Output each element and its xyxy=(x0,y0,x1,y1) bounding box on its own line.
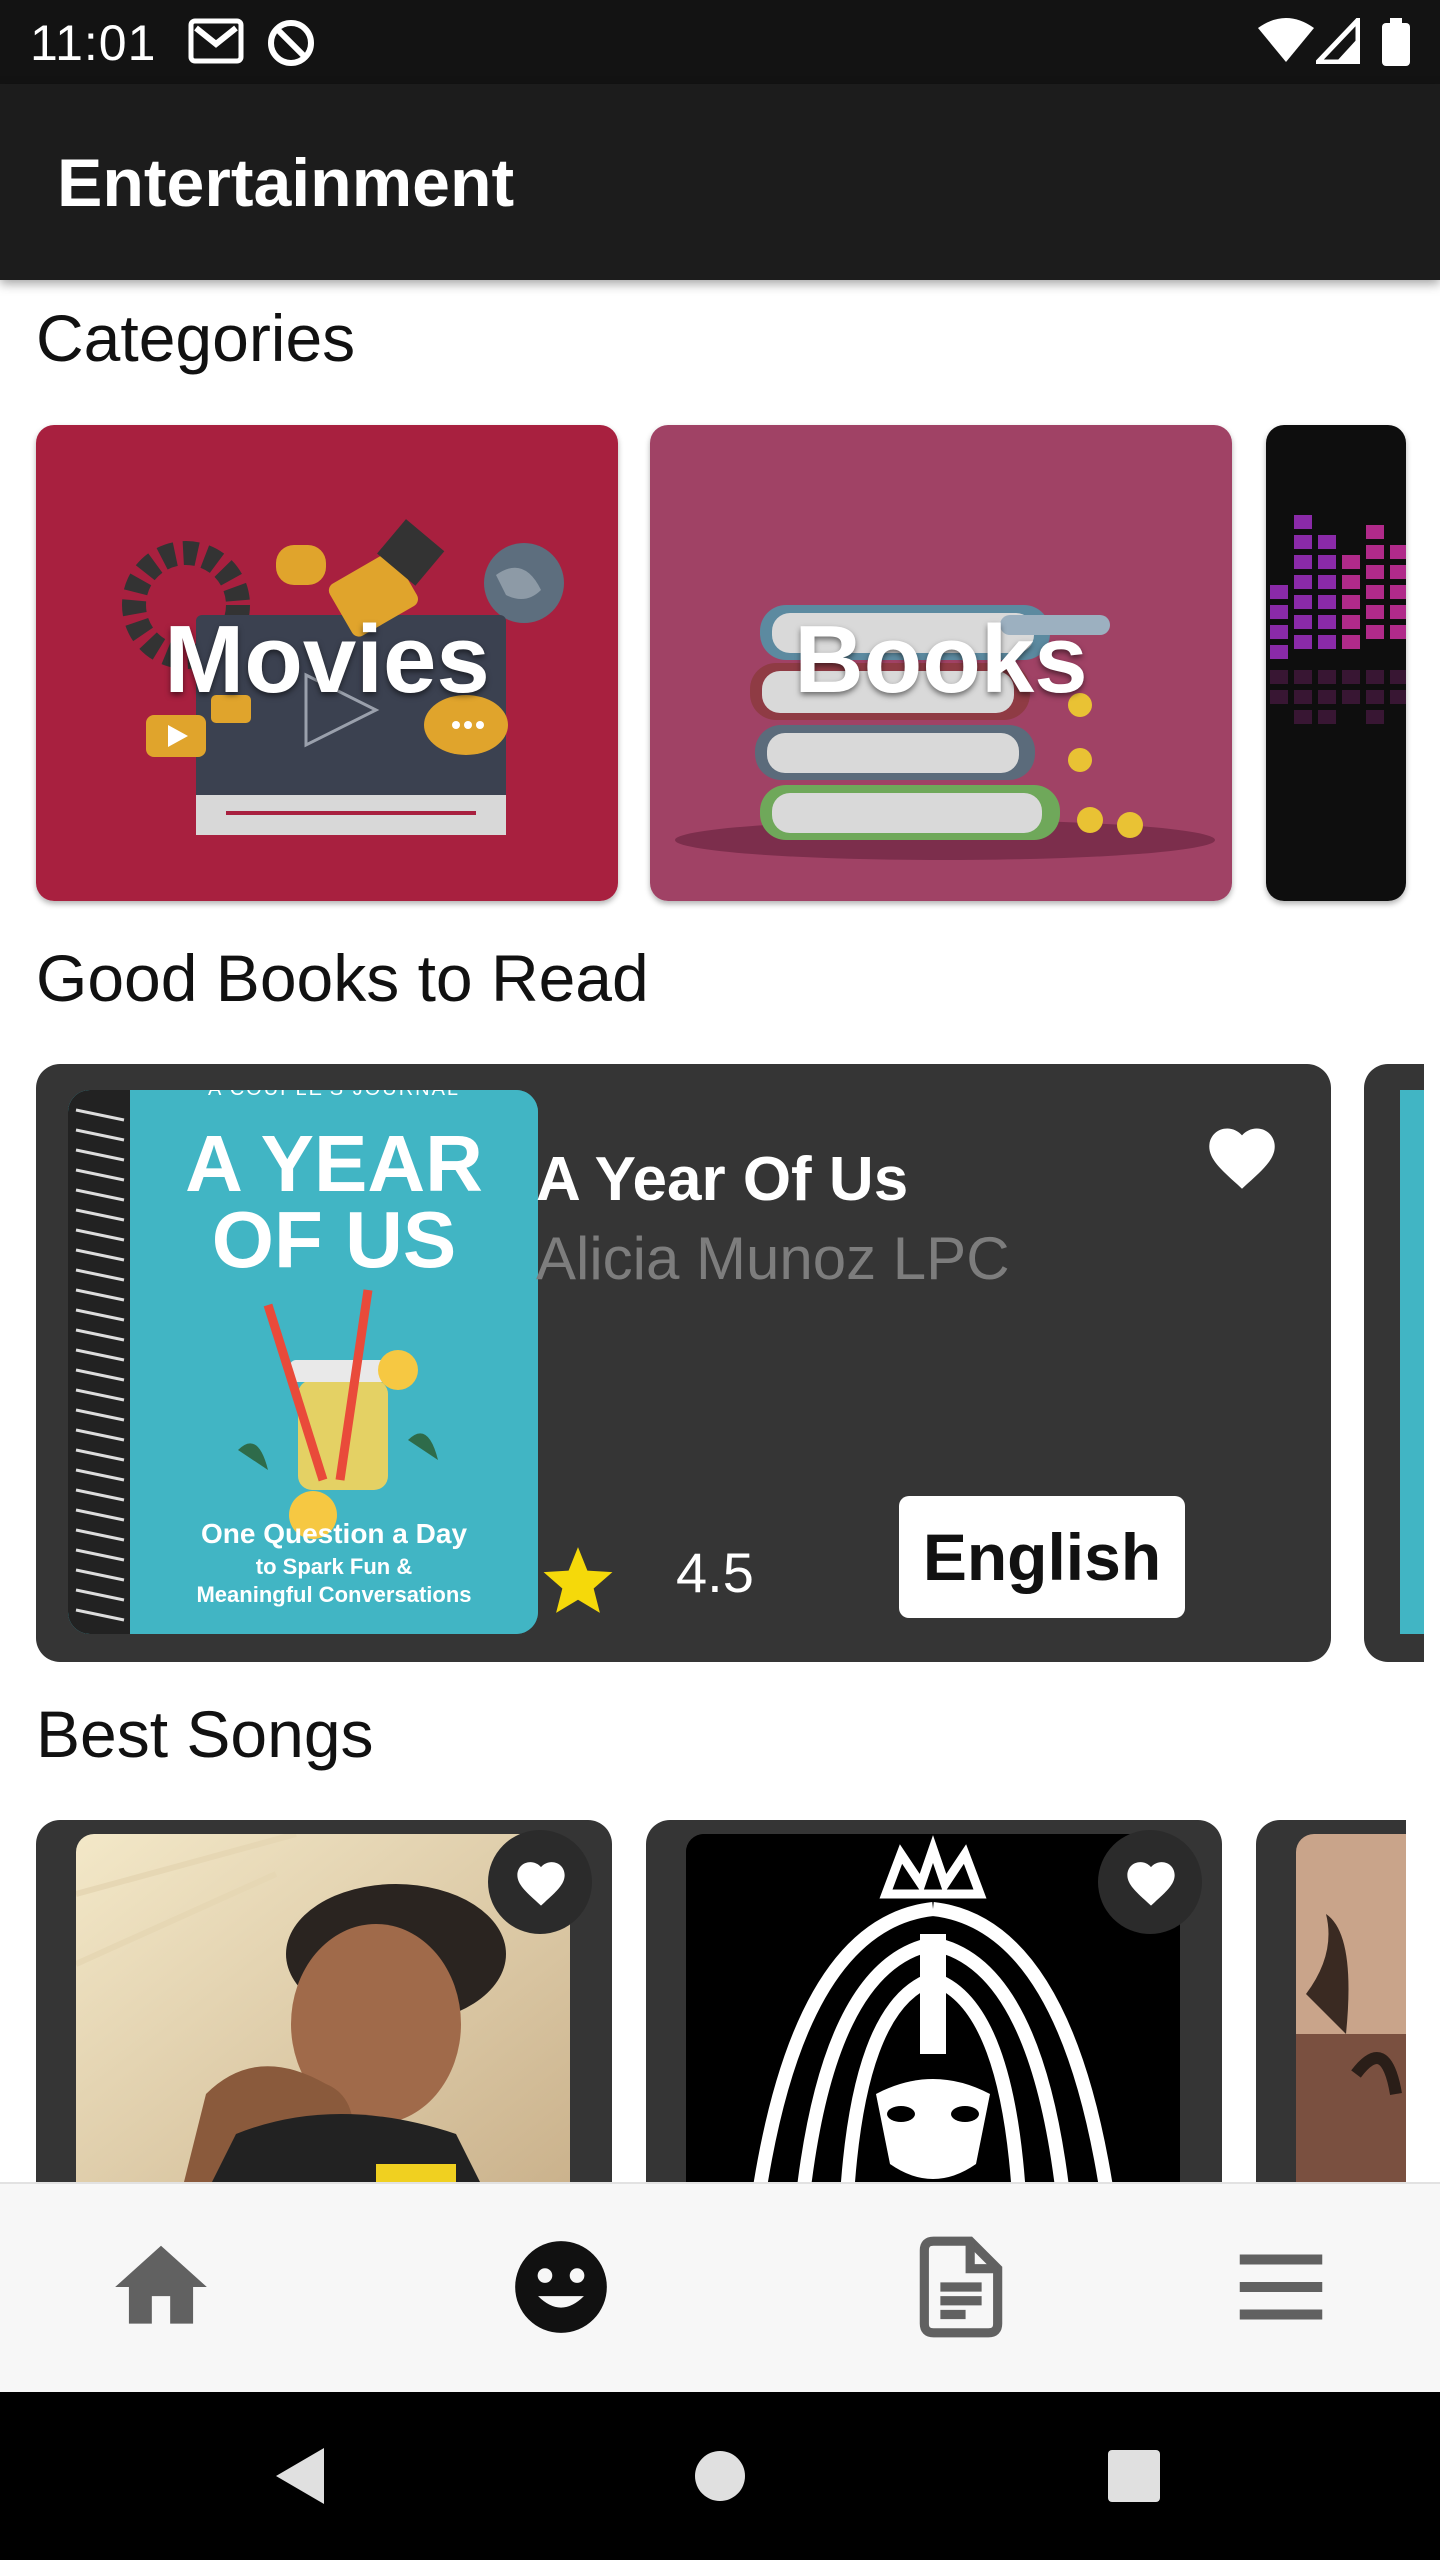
best-songs-heading: Best Songs xyxy=(36,1697,374,1771)
cover-subtitle-line2: to Spark Fun & xyxy=(255,1554,413,1579)
heart-icon xyxy=(1127,1862,1175,1906)
category-card-music[interactable] xyxy=(1266,425,1406,901)
smiley-icon[interactable] xyxy=(506,2232,616,2342)
book-title: A Year Of Us xyxy=(536,1145,909,1214)
signal-icon xyxy=(1316,18,1360,64)
favorite-heart-icon[interactable] xyxy=(1202,1120,1282,1192)
song-card[interactable] xyxy=(1256,1820,1406,2182)
category-card-movies[interactable]: Movies xyxy=(36,425,618,901)
rating-star-icon xyxy=(543,1547,613,1613)
recents-icon[interactable] xyxy=(1108,2450,1160,2502)
battery-icon xyxy=(1382,18,1410,66)
book-cover-next xyxy=(1400,1090,1424,1634)
song-favorite-button[interactable] xyxy=(1098,1830,1202,1934)
cover-subtitle-line3: Meaningful Conversations xyxy=(196,1582,472,1607)
home-icon[interactable] xyxy=(106,2232,216,2342)
music-equalizer-illustration xyxy=(1266,425,1406,901)
heart-icon xyxy=(517,1862,565,1906)
book-card-next[interactable] xyxy=(1364,1064,1424,1662)
cover-title-line1: A YEAR xyxy=(185,1119,483,1208)
category-card-books[interactable]: Books xyxy=(650,425,1232,901)
no-disturb-icon xyxy=(268,20,314,66)
scroll-content[interactable]: Categories Movies Books Good Books to Re… xyxy=(0,280,1440,2182)
song-cover-image xyxy=(1296,1834,1406,2182)
page-title: Entertainment xyxy=(57,145,515,221)
book-author: Alicia Munoz LPC xyxy=(536,1225,1010,1292)
system-navigation-bar xyxy=(0,2392,1440,2560)
bottom-navigation xyxy=(0,2182,1440,2394)
song-card[interactable] xyxy=(36,1820,612,2182)
menu-icon[interactable] xyxy=(1226,2232,1336,2342)
back-icon[interactable] xyxy=(272,2444,328,2508)
cover-title-line2: OF US xyxy=(211,1195,457,1284)
song-artwork xyxy=(1296,1834,1406,2182)
cover-kicker: A COUPLE'S JOURNAL xyxy=(130,1090,538,1101)
home-circle-icon[interactable] xyxy=(694,2450,746,2502)
category-label-books: Books xyxy=(794,606,1088,713)
language-button[interactable]: English xyxy=(899,1496,1185,1618)
song-favorite-button[interactable] xyxy=(488,1830,592,1934)
document-icon[interactable] xyxy=(906,2232,1016,2342)
book-cover-image: A COUPLE'S JOURNAL A YEAR OF US One Ques… xyxy=(68,1090,538,1634)
book-card[interactable]: A COUPLE'S JOURNAL A YEAR OF US One Ques… xyxy=(36,1064,1331,1662)
categories-heading: Categories xyxy=(36,301,356,375)
category-label-movies: Movies xyxy=(164,606,490,713)
gmail-icon xyxy=(188,18,244,64)
book-rating: 4.5 xyxy=(676,1541,754,1604)
status-bar: 11:01 xyxy=(0,0,1440,84)
app-bar: Entertainment xyxy=(0,84,1440,280)
status-time: 11:01 xyxy=(30,15,157,71)
song-card[interactable] xyxy=(646,1820,1222,2182)
good-books-heading: Good Books to Read xyxy=(36,941,649,1015)
wifi-icon xyxy=(1258,18,1314,62)
cover-subtitle-line1: One Question a Day xyxy=(200,1518,468,1549)
